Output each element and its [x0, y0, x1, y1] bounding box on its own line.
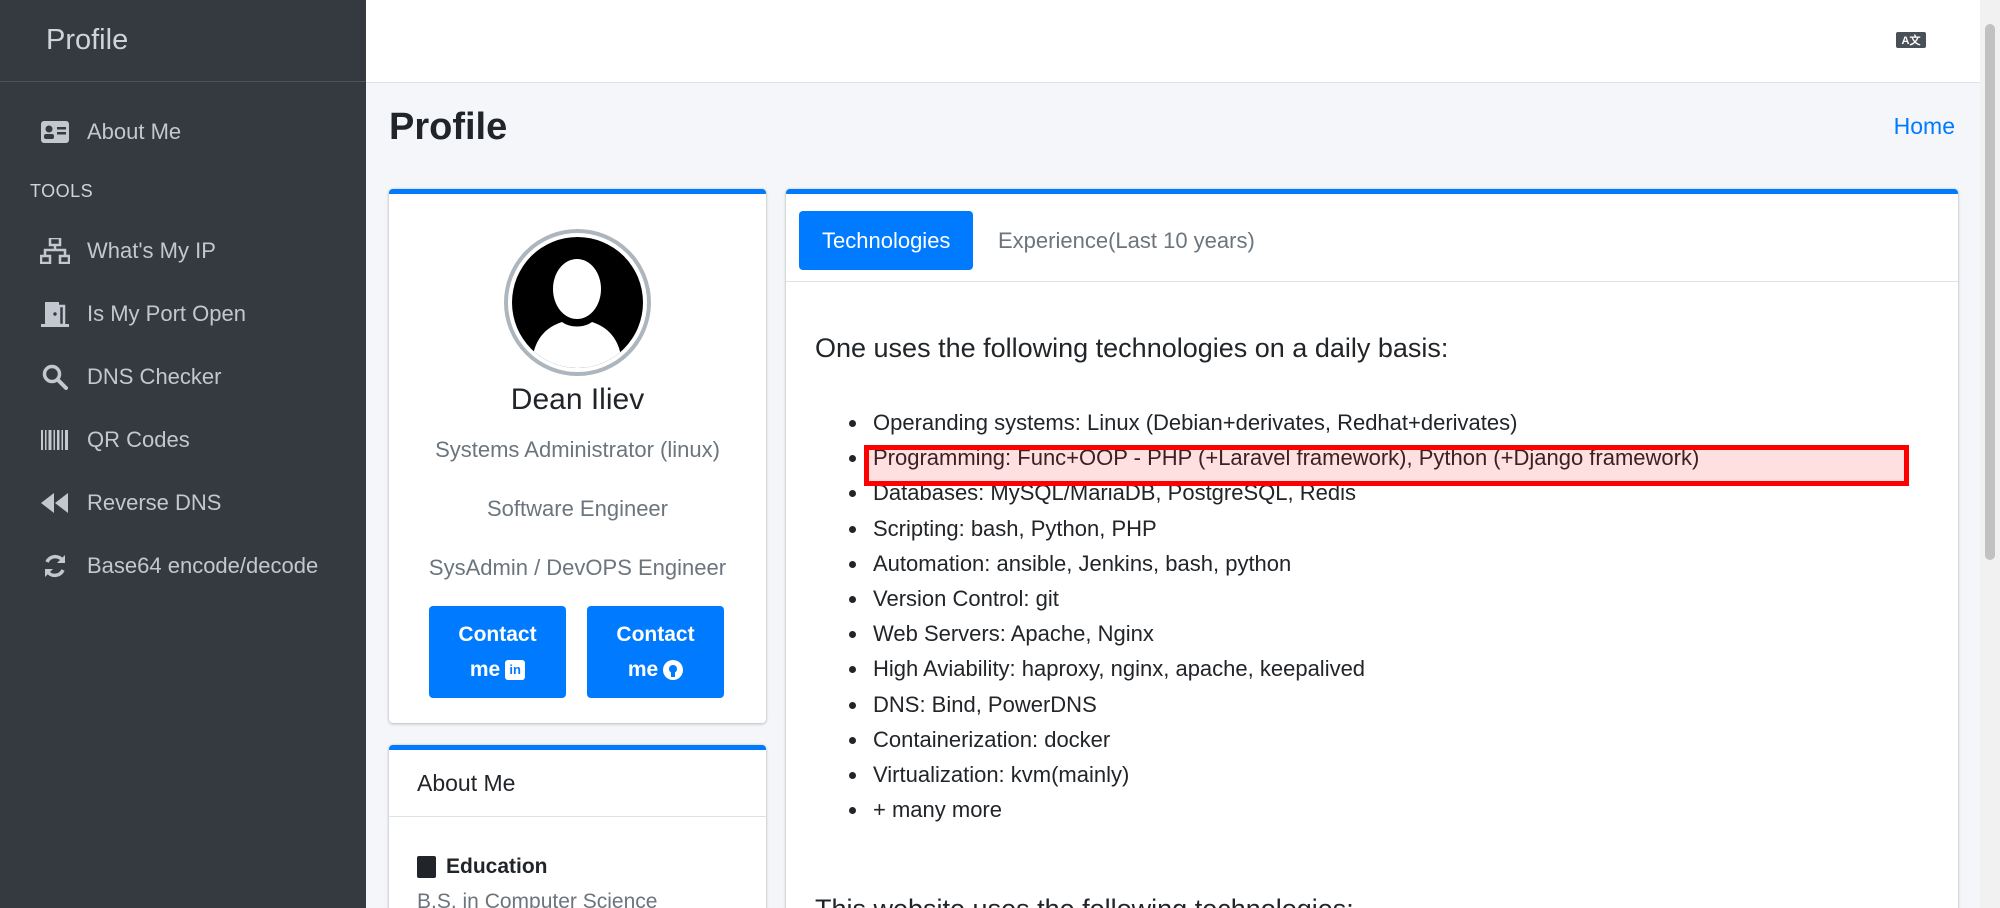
contact-linkedin-button[interactable]: Contact me in — [429, 606, 566, 698]
network-icon — [38, 236, 72, 266]
button-label: me — [469, 658, 501, 681]
scrollbar-thumb[interactable] — [1985, 24, 1995, 560]
linkedin-icon: in — [505, 659, 526, 680]
button-label: Contact — [458, 623, 537, 646]
search-icon — [38, 362, 72, 392]
page-title: Profile — [389, 106, 508, 148]
sidebar-item-dns-checker[interactable]: DNS Checker — [0, 345, 366, 408]
sync-icon — [38, 551, 72, 581]
sidebar-item-base64[interactable]: Base64 encode/decode — [0, 534, 366, 597]
education-label: Education — [446, 855, 548, 878]
about-card: About Me Education B.S. in Computer Scie… — [389, 745, 766, 908]
sidebar-nav: About Me TOOLS What's My IP Is My Port O… — [0, 82, 366, 597]
brand-link[interactable]: Profile — [0, 0, 366, 82]
sidebar-item-whats-my-ip[interactable]: What's My IP — [0, 219, 366, 282]
sidebar-item-label: DNS Checker — [87, 363, 222, 389]
contact-github-button[interactable]: Contact me — [587, 606, 724, 698]
technologies-lead: One uses the following technologies on a… — [815, 333, 1449, 363]
profile-role: Systems Administrator (linux) — [435, 437, 720, 462]
list-item: Web Servers: Apache, Nginx — [815, 616, 1699, 651]
sidebar-item-label: What's My IP — [87, 237, 216, 263]
list-item: Virtualization: kvm(mainly) — [815, 757, 1699, 792]
sidebar-item-reverse-dns[interactable]: Reverse DNS — [0, 471, 366, 534]
sidebar-item-about-me[interactable]: About Me — [0, 100, 366, 163]
profile-name: Dean Iliev — [510, 383, 645, 416]
list-item: Version Control: git — [815, 581, 1699, 616]
user-silhouette-icon — [512, 237, 643, 368]
avatar — [504, 229, 651, 376]
list-item: + many more — [815, 792, 1699, 827]
about-card-title: About Me — [389, 750, 766, 817]
button-label: Contact — [616, 623, 695, 646]
tab-technologies[interactable]: Technologies — [799, 211, 974, 270]
sidebar-item-label: Base64 encode/decode — [87, 552, 319, 578]
sidebar-item-label: QR Codes — [87, 426, 190, 452]
door-icon — [38, 299, 72, 329]
tab-experience[interactable]: Experience(Last 10 years) — [975, 211, 1278, 270]
list-item: High Aviability: haproxy, nginx, apache,… — [815, 651, 1699, 686]
nav-header-tools: TOOLS — [30, 180, 94, 201]
profile-card: Dean Iliev Systems Administrator (linux)… — [389, 189, 766, 723]
list-item: Automation: ansible, Jenkins, bash, pyth… — [815, 546, 1699, 581]
education-text: B.S. in Computer Science — [417, 890, 658, 908]
profile-role: SysAdmin / DevOPS Engineer — [428, 555, 727, 580]
list-item: Scripting: bash, Python, PHP — [815, 511, 1699, 546]
translate-icon[interactable]: A文 — [1896, 32, 1926, 48]
id-card-icon — [38, 117, 72, 147]
sidebar-item-label: Reverse DNS — [87, 489, 222, 515]
tab-bar: Technologies Experience(Last 10 years) — [786, 194, 1958, 282]
list-item: Operanding systems: Linux (Debian+deriva… — [815, 405, 1699, 440]
highlight-box — [864, 445, 1909, 486]
barcode-icon — [38, 425, 72, 455]
github-icon — [663, 659, 684, 680]
list-item: DNS: Bind, PowerDNS — [815, 687, 1699, 722]
technologies-card: Technologies Experience(Last 10 years) O… — [786, 189, 1958, 908]
top-navbar: A文 — [366, 0, 1980, 83]
sidebar: Profile About Me TOOLS What's My IP Is M… — [0, 0, 366, 908]
sidebar-item-label: Is My Port Open — [87, 300, 246, 326]
profile-role: Software Engineer — [487, 496, 668, 521]
education-heading: Education — [417, 855, 548, 879]
book-icon — [417, 856, 436, 878]
list-item: Containerization: docker — [815, 722, 1699, 757]
breadcrumb-home[interactable]: Home — [1894, 113, 1955, 140]
sidebar-item-qr-codes[interactable]: QR Codes — [0, 408, 366, 471]
scrollbar[interactable] — [1980, 0, 2000, 908]
website-technologies-lead: This website uses the following technolo… — [815, 894, 1354, 908]
rewind-icon — [38, 488, 72, 518]
button-label: me — [627, 658, 659, 681]
sidebar-item-is-my-port-open[interactable]: Is My Port Open — [0, 282, 366, 345]
sidebar-item-label: About Me — [87, 118, 182, 144]
